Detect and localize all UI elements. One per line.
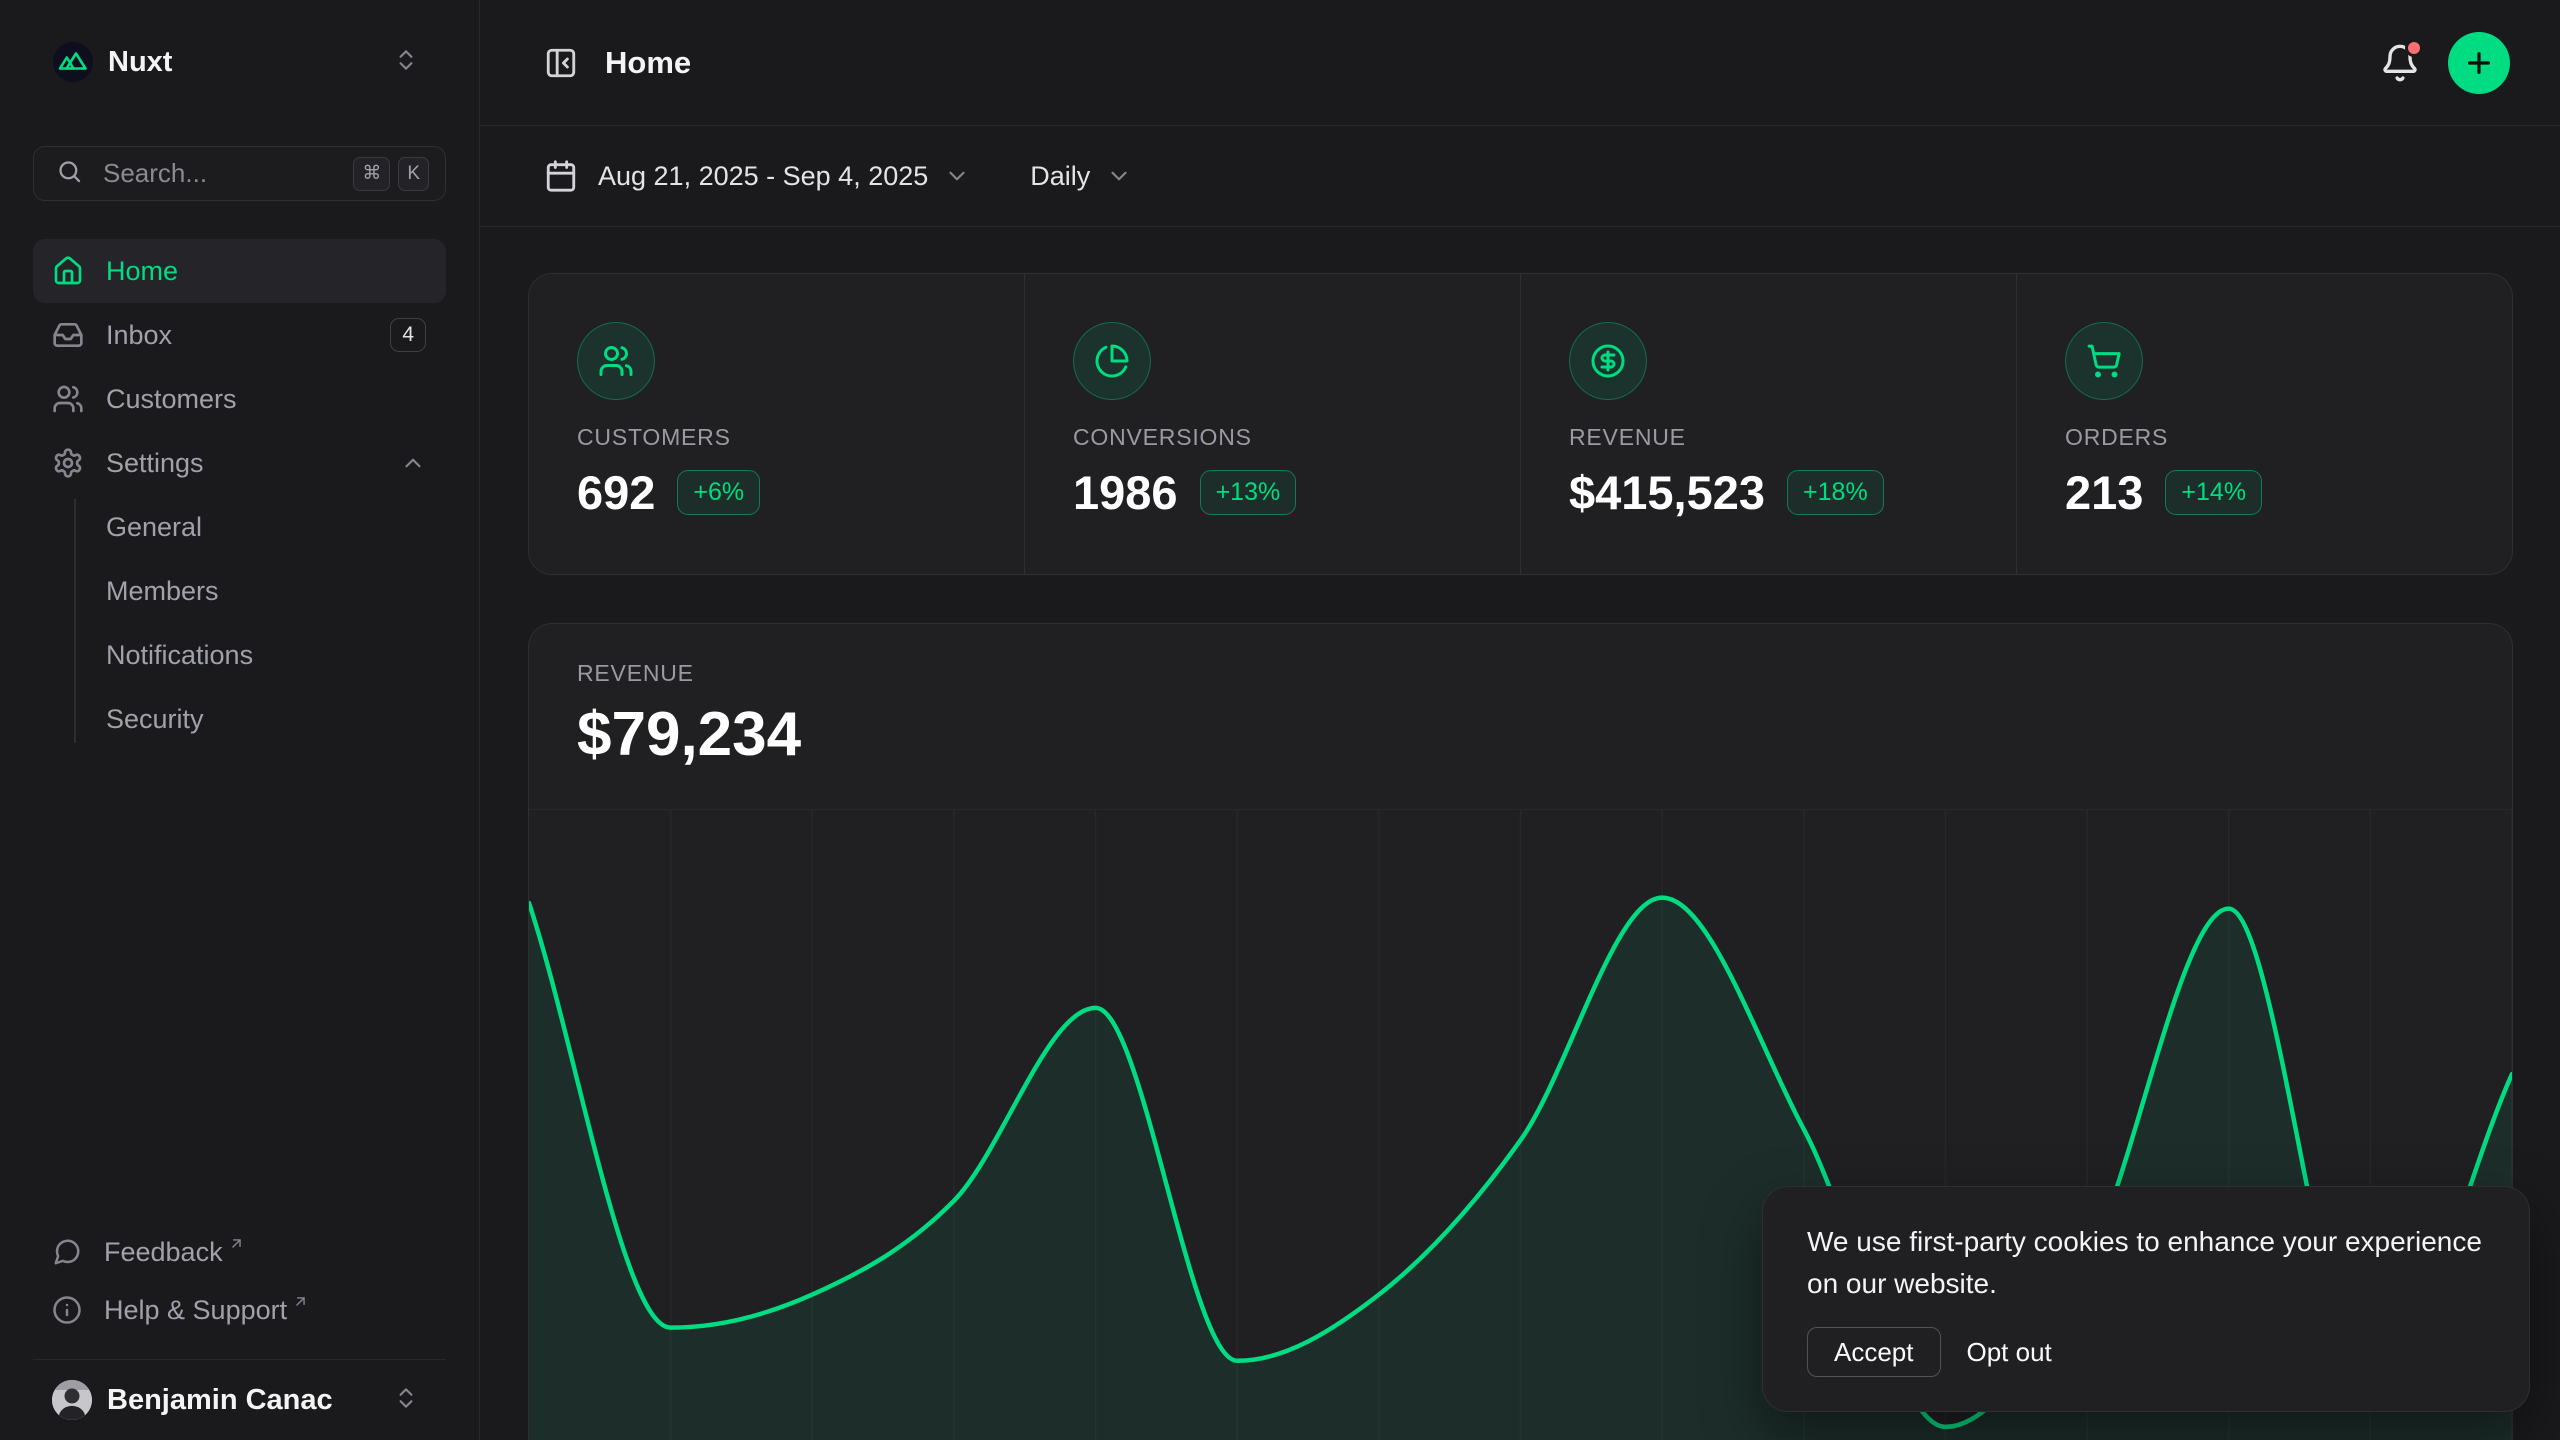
cookie-message: We use first-party cookies to enhance yo… [1807,1221,2485,1305]
chevron-up-icon [400,450,426,476]
chevrons-up-down-icon [393,47,419,78]
sidebar-nav: Home Inbox 4 Customers Settings [0,239,479,751]
inbox-icon [52,319,84,351]
nuxt-logo-icon [53,42,93,82]
message-bubble-icon [52,1237,82,1267]
stat-label: CUSTOMERS [577,424,976,451]
stat-orders[interactable]: ORDERS 213 +14% [2016,274,2512,574]
sidebar-item-general[interactable]: General [33,495,446,559]
opt-out-button[interactable]: Opt out [1941,1327,2078,1377]
circle-dollar-icon [1569,322,1647,400]
stat-value: 213 [2065,465,2143,520]
stat-label: REVENUE [1569,424,1968,451]
user-name: Benjamin Canac [107,1384,333,1417]
stat-delta-badge: +13% [1200,470,1297,515]
workspace-name: Nuxt [108,46,172,79]
chevron-down-icon [1106,163,1132,189]
notification-dot [2405,39,2423,57]
page-header: Home [480,0,2560,126]
help-support-link[interactable]: Help & Support [33,1281,446,1339]
help-support-label: Help & Support [104,1295,287,1326]
stat-delta-badge: +14% [2165,470,2262,515]
stat-value: 1986 [1073,465,1178,520]
stat-label: CONVERSIONS [1073,424,1472,451]
external-link-icon [228,1235,245,1252]
users-icon [52,383,84,415]
app-root: Nuxt Search... ⌘ K Home [0,0,2560,1440]
collapse-sidebar-icon[interactable] [544,46,578,80]
stats-overview-card: CUSTOMERS 692 +6% CONVERSIONS 1986 +13% [528,273,2513,575]
chevrons-up-down-icon [393,1385,419,1416]
granularity-select[interactable]: Daily [1030,161,1132,192]
sidebar-item-label: Inbox [106,320,172,351]
workspace-selector[interactable]: Nuxt [33,30,446,94]
sidebar-item-security[interactable]: Security [33,687,446,751]
header-actions [2380,32,2510,94]
pie-chart-icon [1073,322,1151,400]
subnav-item-label: General [106,512,202,543]
chevron-down-icon [944,163,970,189]
revenue-chart-header: REVENUE $79,234 [529,624,2512,770]
stat-value: $415,523 [1569,465,1765,520]
sidebar-item-inbox[interactable]: Inbox 4 [33,303,446,367]
gear-icon [52,447,84,479]
stat-delta-badge: +18% [1787,470,1884,515]
feedback-link[interactable]: Feedback [33,1223,446,1281]
notifications-bell-icon[interactable] [2380,43,2420,83]
subnav-item-label: Members [106,576,219,607]
search-icon [56,158,83,190]
sidebar-item-members[interactable]: Members [33,559,446,623]
user-menu[interactable]: Benjamin Canac [33,1360,446,1440]
date-range-value: Aug 21, 2025 - Sep 4, 2025 [598,161,928,192]
sidebar-item-label: Home [106,256,178,287]
accept-cookies-button[interactable]: Accept [1807,1327,1941,1377]
inbox-count-badge: 4 [390,318,426,352]
sidebar-item-settings[interactable]: Settings [33,431,446,495]
stat-label: ORDERS [2065,424,2464,451]
stat-delta-badge: +6% [677,470,760,515]
shopping-cart-icon [2065,322,2143,400]
search-placeholder: Search... [103,158,345,189]
subnav-item-label: Security [106,704,204,735]
subnav-item-label: Notifications [106,640,253,671]
search-input[interactable]: Search... ⌘ K [33,146,446,201]
sidebar-item-label: Customers [106,384,237,415]
external-link-icon [292,1293,309,1310]
settings-subnav: General Members Notifications Security [33,495,446,751]
calendar-icon [544,159,578,193]
users-icon [577,322,655,400]
kbd-command-key: ⌘ [353,157,390,191]
sidebar-item-label: Settings [106,448,204,479]
add-button[interactable] [2448,32,2510,94]
page-title: Home [605,45,691,81]
stat-value: 692 [577,465,655,520]
filters-bar: Aug 21, 2025 - Sep 4, 2025 Daily [480,126,2560,227]
sidebar-item-home[interactable]: Home [33,239,446,303]
info-circle-icon [52,1295,82,1325]
revenue-chart-label: REVENUE [577,660,2464,687]
cookie-banner: We use first-party cookies to enhance yo… [1762,1186,2530,1412]
sidebar-footer: Feedback Help & Support [0,1223,479,1360]
sidebar-item-notifications[interactable]: Notifications [33,623,446,687]
avatar [52,1380,92,1420]
granularity-value: Daily [1030,161,1090,192]
feedback-label: Feedback [104,1237,223,1268]
kbd-k-key: K [398,157,429,191]
stat-customers[interactable]: CUSTOMERS 692 +6% [529,274,1024,574]
sidebar: Nuxt Search... ⌘ K Home [0,0,480,1440]
home-icon [52,255,84,287]
revenue-chart-total: $79,234 [577,699,2464,770]
cookie-actions: Accept Opt out [1807,1327,2485,1377]
stat-revenue[interactable]: REVENUE $415,523 +18% [1520,274,2016,574]
sidebar-item-customers[interactable]: Customers [33,367,446,431]
subnav-guide-line [74,499,76,743]
date-range-picker[interactable]: Aug 21, 2025 - Sep 4, 2025 [544,159,970,193]
stat-conversions[interactable]: CONVERSIONS 1986 +13% [1024,274,1520,574]
